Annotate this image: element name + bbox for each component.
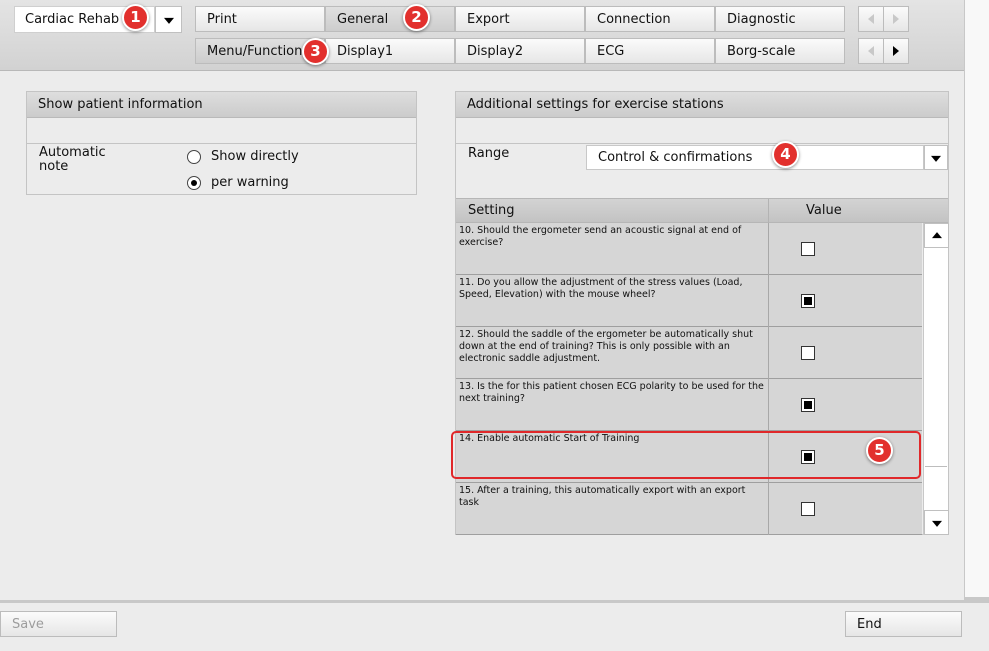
radio-button[interactable]: [187, 150, 201, 164]
tab-diagnostic[interactable]: Diagnostic: [715, 6, 845, 32]
scroll-up-button[interactable]: [924, 223, 949, 248]
column-header-setting: Setting: [468, 203, 515, 218]
table-row: 15. After a training, this automatically…: [456, 483, 922, 535]
arrow-right-icon: [893, 14, 899, 24]
tab-export[interactable]: Export: [455, 6, 585, 32]
table-row: 13. Is the for this patient chosen ECG p…: [456, 379, 922, 431]
footer-bar: [0, 600, 989, 651]
setting-checkbox[interactable]: [801, 242, 815, 256]
arrow-down-icon: [931, 520, 942, 527]
arrow-left-icon: [868, 46, 874, 56]
column-divider: [768, 199, 769, 224]
column-divider: [768, 275, 769, 327]
setting-text: 15. After a training, this automatically…: [459, 485, 746, 508]
radio-label: Show directly: [211, 149, 299, 164]
setting-checkbox[interactable]: [801, 294, 815, 308]
end-button[interactable]: End: [845, 611, 962, 637]
range-select[interactable]: Control & confirmations: [586, 145, 924, 170]
setting-text: 11. Do you allow the adjustment of the s…: [459, 277, 743, 300]
radio-label: per warning: [211, 175, 289, 190]
range-label: Range: [468, 146, 510, 161]
settings-scrollbar[interactable]: [923, 223, 949, 535]
exercise-settings-empty-row: [456, 118, 948, 144]
tab-ecg[interactable]: ECG: [585, 38, 715, 64]
column-divider: [768, 223, 769, 275]
table-row: 11. Do you allow the adjustment of the s…: [456, 275, 922, 327]
tab-general[interactable]: General: [325, 6, 455, 32]
column-divider: [768, 379, 769, 431]
callout-badge-4: 4: [772, 141, 799, 168]
settings-table-body: 10. Should the ergometer send an acousti…: [456, 223, 922, 535]
settings-table-header: Setting Value: [456, 198, 948, 224]
module-dropdown-button[interactable]: [155, 6, 182, 33]
setting-text: 13. Is the for this patient chosen ECG p…: [459, 381, 764, 404]
tab-borg-scale[interactable]: Borg-scale: [715, 38, 845, 64]
highlight-box: [451, 431, 921, 479]
setting-text: 10. Should the ergometer send an acousti…: [459, 225, 742, 248]
radio-button-selected[interactable]: [187, 176, 201, 190]
patient-info-empty-row: [27, 118, 416, 144]
setting-checkbox[interactable]: [801, 346, 815, 360]
arrow-left-icon: [868, 14, 874, 24]
column-divider: [768, 327, 769, 379]
save-button[interactable]: Save: [0, 611, 117, 637]
setting-checkbox[interactable]: [801, 398, 815, 412]
callout-badge-3: 3: [302, 38, 329, 65]
scroll-down-button[interactable]: [924, 510, 949, 535]
tabs-row2-prev-button[interactable]: [858, 38, 884, 64]
tab-display2[interactable]: Display2: [455, 38, 585, 64]
setting-checkbox[interactable]: [801, 502, 815, 516]
chevron-down-icon: [163, 17, 174, 24]
tabs-row2-next-button[interactable]: [883, 38, 909, 64]
exercise-settings-title: Additional settings for exercise station…: [456, 92, 948, 118]
table-row: 12. Should the saddle of the ergometer b…: [456, 327, 922, 379]
patient-info-title: Show patient information: [27, 92, 416, 118]
scrollbar-thumb[interactable]: [925, 249, 947, 467]
patient-info-panel: Show patient information Automatic note …: [26, 91, 417, 195]
setting-text: 12. Should the saddle of the ergometer b…: [459, 329, 753, 364]
arrow-up-icon: [931, 231, 942, 238]
range-dropdown-button[interactable]: [924, 145, 948, 170]
automatic-note-label: Automatic note: [39, 145, 106, 174]
callout-badge-1: 1: [122, 4, 149, 31]
right-edge-strip: [964, 0, 989, 600]
tab-connection[interactable]: Connection: [585, 6, 715, 32]
table-row: 10. Should the ergometer send an acousti…: [456, 223, 922, 275]
tab-display1[interactable]: Display1: [325, 38, 455, 64]
chevron-down-icon: [931, 155, 941, 162]
callout-badge-2: 2: [403, 4, 430, 31]
column-header-value: Value: [806, 203, 842, 218]
tab-print[interactable]: Print: [195, 6, 325, 32]
tabs-row1-next-button[interactable]: [883, 6, 909, 32]
column-divider: [768, 483, 769, 535]
arrow-right-icon: [893, 46, 899, 56]
tabs-row1-prev-button[interactable]: [858, 6, 884, 32]
callout-badge-5: 5: [866, 437, 893, 464]
